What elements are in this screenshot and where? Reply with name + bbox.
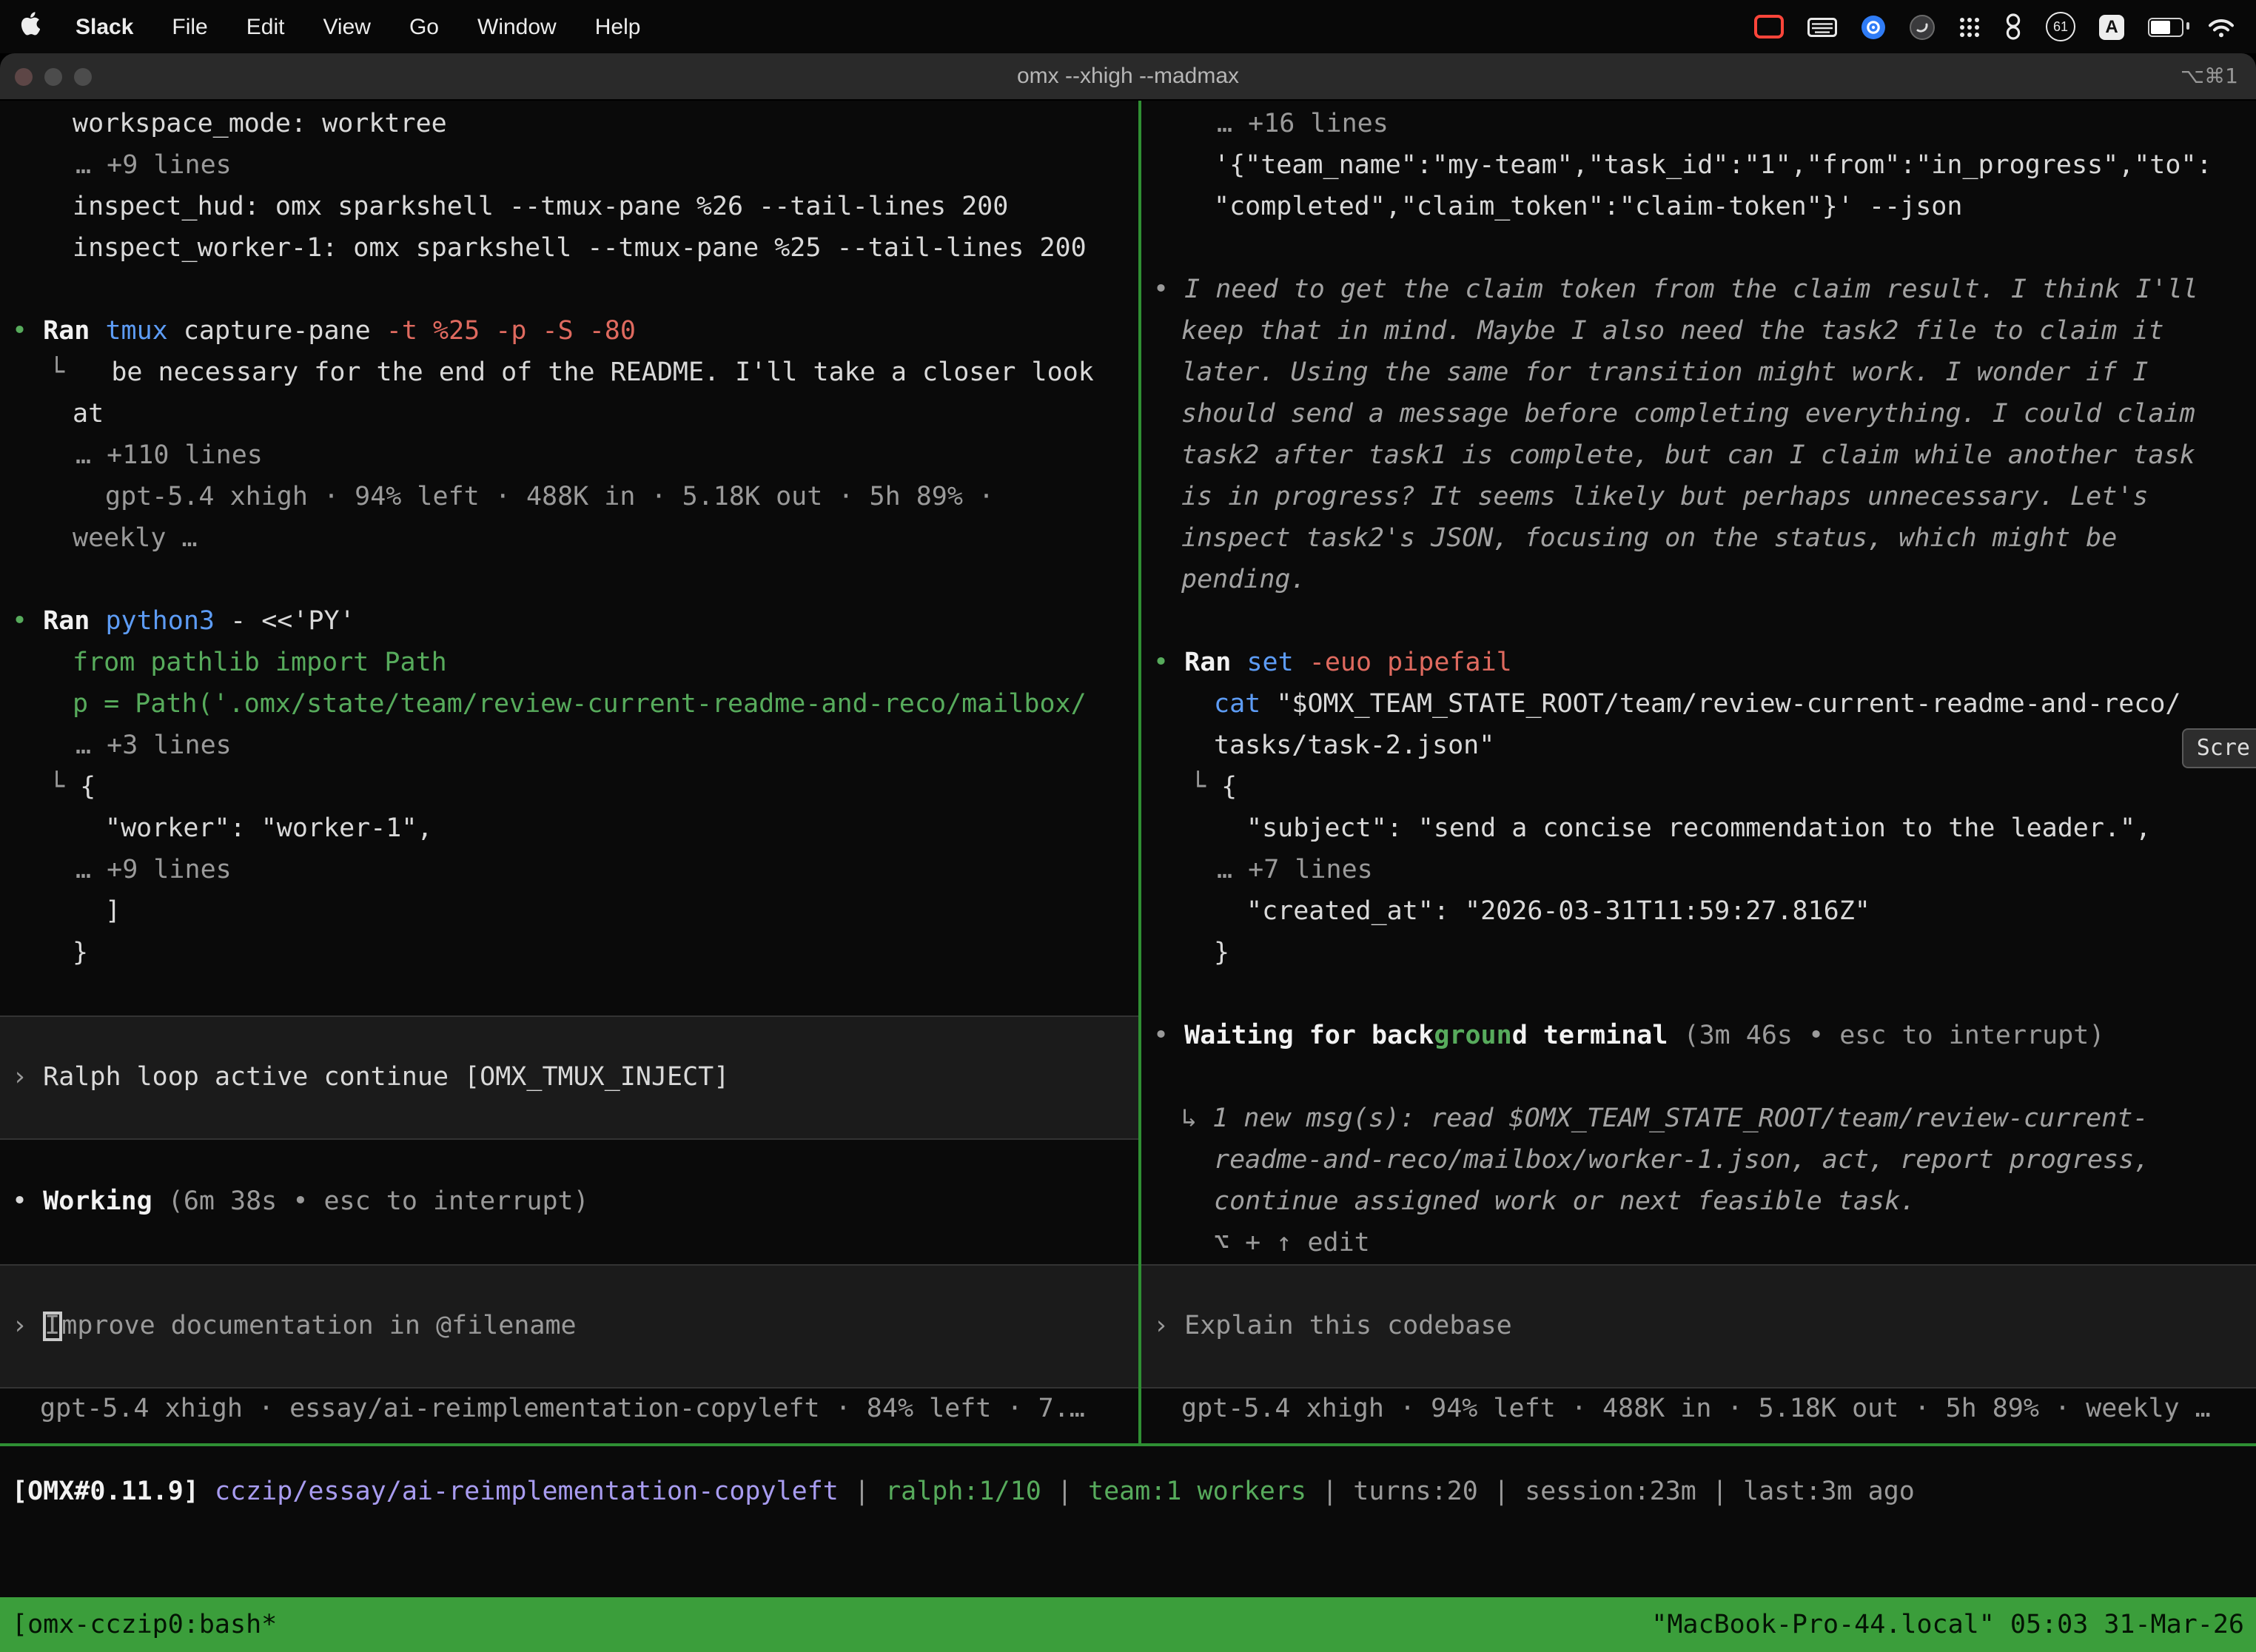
terminal-line: "created_at": "2026-03-31T11:59:27.816Z"	[1246, 891, 1870, 933]
keyboard-icon[interactable]	[1807, 17, 1837, 36]
terminal-line: inspect task2's JSON, focusing on the st…	[1181, 518, 2117, 560]
terminal-line: later. Using the same for transition mig…	[1181, 352, 2148, 394]
minimize-button[interactable]	[44, 67, 62, 85]
terminal-line: tasks/task-2.json"	[1214, 725, 1494, 767]
terminal-line: • Waiting for background terminal (3m 46…	[1153, 1015, 2104, 1057]
window-title: omx --xhigh --madmax	[0, 64, 2256, 89]
terminal-line: keep that in mind. Maybe I also need the…	[1181, 311, 2164, 352]
terminal-line: weekly …	[73, 518, 198, 560]
terminal-line: gpt-5.4 xhigh · 94% left · 488K in · 5.1…	[1181, 1389, 2211, 1430]
screen-recording-icon[interactable]	[1754, 15, 1784, 38]
dark-app-icon[interactable]	[1910, 14, 1935, 39]
battery-icon[interactable]	[2148, 17, 2183, 36]
menu-item-slack[interactable]: Slack	[75, 14, 133, 39]
terminal-line: '{"team_name":"my-team","task_id":"1","f…	[1214, 145, 2212, 187]
terminal-line: inspect_hud: omx sparkshell --tmux-pane …	[73, 187, 1008, 228]
terminal-line: from pathlib import Path	[73, 642, 447, 684]
terminal-line: ⌥ + ↑ edit	[1214, 1223, 1370, 1264]
terminal-line: p = Path('.omx/state/team/review-current…	[73, 684, 1087, 725]
terminal-line: workspace_mode: worktree	[73, 104, 447, 145]
menu-item-window[interactable]: Window	[477, 14, 557, 39]
terminal-line: inspect_worker-1: omx sparkshell --tmux-…	[73, 228, 1087, 269]
terminal-line: • Ran set -euo pipefail	[1153, 642, 1512, 684]
pane-left[interactable]: workspace_mode: worktree… +9 linesinspec…	[0, 101, 1138, 1443]
titlebar-shortcut: ⌥⌘1	[2181, 64, 2238, 88]
terminal-line: … +9 lines	[75, 850, 232, 891]
terminal-line: • Ran tmux capture-pane -t %25 -p -S -80	[12, 311, 636, 352]
terminal-line: gpt-5.4 xhigh · essay/ai-reimplementatio…	[40, 1389, 1085, 1430]
menubar-left: Slack File Edit View Go Window Help	[21, 12, 640, 41]
tmux-host-time: "MacBook-Pro-44.local" 05:03 31-Mar-26	[1651, 1610, 2244, 1639]
terminal-line: continue assigned work or next feasible …	[1214, 1181, 1916, 1223]
terminal-line: task2 after task1 is complete, but can I…	[1181, 435, 2195, 477]
input-source-icon[interactable]: A	[2099, 14, 2124, 39]
terminal-line: … +7 lines	[1217, 850, 1373, 891]
tmux-status-bar: [omx-cczip0:bash* "MacBook-Pro-44.local"…	[0, 1597, 2256, 1652]
menu-item-help[interactable]: Help	[595, 14, 641, 39]
terminal-line: should send a message before completing …	[1181, 394, 2195, 435]
terminal-line: "completed","claim_token":"claim-token"}…	[1214, 187, 1962, 228]
menubar: Slack File Edit View Go Window Help	[0, 0, 2256, 53]
menu-item-edit[interactable]: Edit	[246, 14, 285, 39]
terminal-line: └ {	[49, 767, 95, 808]
terminal-line: ]	[105, 891, 121, 933]
screen: Slack File Edit View Go Window Help	[0, 0, 2256, 1652]
tmux-session-label: [omx-cczip0:bash*	[12, 1610, 277, 1639]
terminal-line: … +3 lines	[75, 725, 232, 767]
terminal-line: }	[73, 933, 88, 974]
terminal-line: is in progress? It seems likely but perh…	[1181, 477, 2148, 518]
menubar-status-area: 61 A	[1754, 12, 2235, 41]
pane-right[interactable]: … +16 lines'{"team_name":"my-team","task…	[1141, 101, 2256, 1443]
menu-item-file[interactable]: File	[172, 14, 207, 39]
menubar-items: Slack File Edit View Go Window Help	[75, 14, 640, 39]
terminal-line: }	[1214, 933, 1229, 974]
menu-item-go[interactable]: Go	[409, 14, 439, 39]
terminal-line: • I need to get the claim token from the…	[1153, 269, 2198, 311]
titlebar[interactable]: omx --xhigh --madmax ⌥⌘1	[0, 53, 2256, 101]
terminal-line: … +9 lines	[75, 145, 232, 187]
terminal-line: • Working (6m 38s • esc to interrupt)	[12, 1181, 589, 1223]
desktop: Slack File Edit View Go Window Help	[0, 0, 2256, 1652]
wifi-icon[interactable]	[2207, 16, 2235, 38]
terminal-line: pending.	[1181, 560, 1306, 601]
terminal-line: at	[73, 394, 104, 435]
terminal-line: └ {	[1190, 767, 1237, 808]
terminal-window[interactable]: omx --xhigh --madmax ⌥⌘1 workspace_mode:…	[0, 53, 2256, 1652]
terminal-line: › Improve documentation in @filename	[12, 1306, 577, 1347]
terminal-line: › Explain this codebase	[1153, 1306, 1512, 1347]
horizontal-pane-divider[interactable]	[0, 1443, 2256, 1446]
badge-61-icon[interactable]: 61	[2046, 12, 2075, 41]
terminal-line: gpt-5.4 xhigh · 94% left · 488K in · 5.1…	[105, 477, 994, 518]
terminal-line: readme-and-reco/mailbox/worker-1.json, a…	[1214, 1140, 2149, 1181]
apple-icon	[21, 12, 40, 41]
terminal-line: ↳ 1 new msg(s): read $OMX_TEAM_STATE_ROO…	[1181, 1098, 2148, 1140]
terminal-line: cat "$OMX_TEAM_STATE_ROOT/team/review-cu…	[1214, 684, 2181, 725]
blue-app-icon[interactable]	[1861, 14, 1886, 39]
omx-status-line: [OMX#0.11.9] cczip/essay/ai-reimplementa…	[12, 1471, 1915, 1513]
apps-grid-icon[interactable]	[1958, 16, 1981, 38]
terminal-content[interactable]: workspace_mode: worktree… +9 linesinspec…	[0, 101, 2256, 1652]
zoom-button[interactable]	[74, 67, 92, 85]
terminal-line: › Ralph loop active continue [OMX_TMUX_I…	[12, 1057, 729, 1098]
terminal-line: "subject": "send a concise recommendatio…	[1246, 808, 2151, 850]
terminal-line: └ be necessary for the end of the README…	[49, 352, 1094, 394]
terminal-line: "worker": "worker-1",	[105, 808, 433, 850]
terminal-line: • Ran python3 - <<'PY'	[12, 601, 355, 642]
window-controls	[0, 67, 92, 85]
terminal-line: … +110 lines	[75, 435, 263, 477]
terminal-line: … +16 lines	[1217, 104, 1389, 145]
apple-menu[interactable]	[21, 12, 40, 41]
double-ring-icon[interactable]	[2004, 13, 2022, 40]
menu-item-view[interactable]: View	[323, 14, 371, 39]
close-button[interactable]	[15, 67, 33, 85]
screen-tooltip: Scre	[2182, 728, 2256, 768]
pane-divider[interactable]	[1138, 101, 1141, 1446]
